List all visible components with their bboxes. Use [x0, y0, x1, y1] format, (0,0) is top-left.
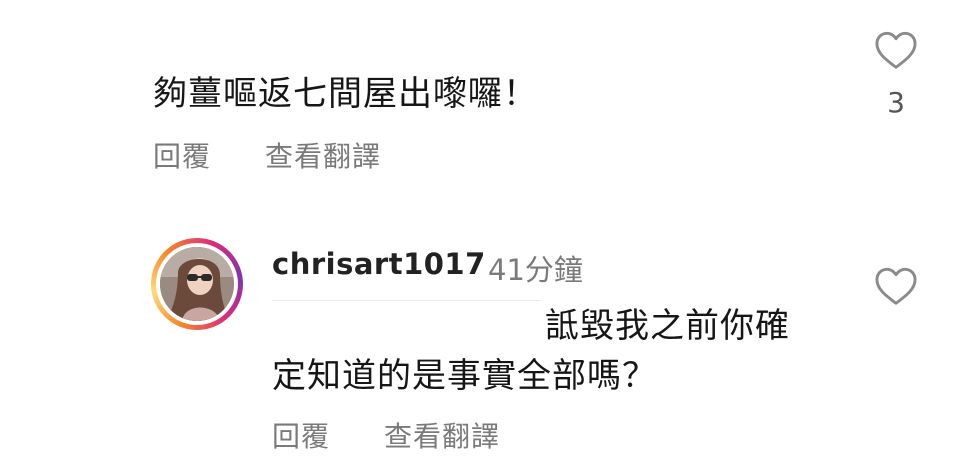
heart-outline-icon[interactable]: [874, 266, 918, 306]
comment-text-line-1: 詆毀我之前你確: [545, 306, 790, 346]
like-count: 3: [887, 86, 905, 119]
reply-button[interactable]: 回覆: [153, 135, 211, 175]
avatar-photo: [160, 247, 234, 321]
see-translation-button[interactable]: 查看翻譯: [265, 135, 381, 175]
heart-outline-icon[interactable]: [874, 30, 918, 70]
comment-timestamp: 41分鐘: [488, 253, 583, 287]
avatar[interactable]: [151, 238, 243, 330]
divider: [272, 300, 542, 301]
see-translation-button[interactable]: 查看翻譯: [384, 415, 500, 455]
reply-button[interactable]: 回覆: [272, 415, 330, 455]
comment-text: 夠薑嘔返七間屋出嚟囉！: [153, 74, 538, 114]
comment-username[interactable]: chrisart1017: [272, 247, 486, 281]
comment-text-line-2: 定知道的是事實全部嗎？: [272, 356, 657, 396]
